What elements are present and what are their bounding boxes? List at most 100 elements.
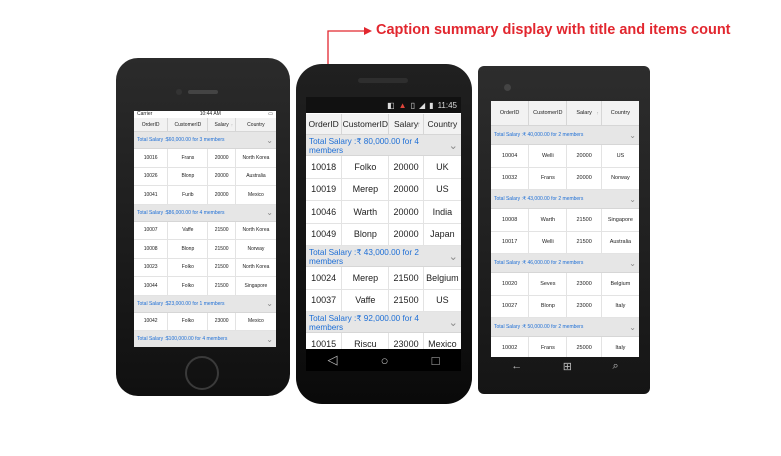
table-row[interactable]: 10002 Frans 25000 Italy [491, 337, 639, 357]
group-caption-row[interactable]: Total Salary :₹ 80,000.00 for 4 members ⌄ [306, 135, 461, 156]
table-cell: 20000 [389, 156, 424, 178]
windows-start-button[interactable]: ⊞ [563, 360, 572, 373]
table-cell: 21500 [208, 258, 236, 276]
chevron-down-icon[interactable]: ⌄ [266, 335, 273, 344]
column-header-salary[interactable]: Salary ↑ [208, 118, 236, 131]
table-cell: 20000 [389, 223, 424, 245]
group-caption-row[interactable]: Total Salary :₹ 43,000.00 for 2 members ⌄ [491, 190, 639, 209]
table-row[interactable]: 10044 Folko 21500 Singapore [134, 277, 276, 296]
table-cell: 23000 [389, 333, 424, 349]
windows-phone-screen: OrderID CustomerID Salary ↑ Country Total Sal… [491, 101, 639, 357]
group-caption-summary: Total Salary :$23,000.00 for 1 members [137, 300, 225, 307]
table-row[interactable]: 10016 Frans 20000 North Korea [134, 149, 276, 168]
table-cell: Italy [615, 303, 626, 310]
table-row[interactable]: 10024 Merep 21500 Belgium [306, 267, 461, 290]
table-row[interactable]: 10017 Welli 21500 Australia [491, 231, 639, 254]
column-header-orderid[interactable]: OrderID [306, 114, 343, 134]
chevron-down-icon[interactable]: ⌄ [629, 131, 636, 140]
table-row[interactable]: 10032 Frans 20000 Norway [491, 167, 639, 190]
table-cell: 20000 [389, 201, 424, 223]
group-caption-row[interactable]: Total Salary :$100,000.00 for 4 members ⌄ [134, 331, 276, 347]
table-row[interactable]: 10007 Vaffe 21500 North Korea [134, 221, 276, 240]
back-button[interactable]: ← [511, 360, 522, 372]
table-row[interactable]: 10046 Warth 20000 India [306, 201, 461, 224]
search-button[interactable]: ⌕ [613, 360, 619, 373]
group-caption-summary: Total Salary :$60,000.00 for 3 members [137, 137, 225, 143]
chevron-down-icon[interactable]: ⌄ [266, 208, 273, 217]
column-header-salary[interactable]: Salary ↑ [567, 101, 602, 125]
group-caption-row[interactable]: Total Salary :₹ 43,000.00 for 2 members ⌄ [306, 246, 461, 267]
table-cell: 21500 [389, 289, 424, 311]
chevron-down-icon[interactable]: ⌄ [266, 299, 273, 308]
table-cell: US [616, 152, 625, 159]
column-header-customerid[interactable]: CustomerID [342, 114, 390, 134]
table-row[interactable]: 10041 Furib 20000 Mexico [134, 186, 276, 205]
table-cell: 20000 [567, 167, 602, 189]
group-caption-row[interactable]: Total Salary :₹ 40,000.00 for 2 members ⌄ [491, 126, 639, 145]
group-caption-row[interactable]: Total Salary :$86,000.00 for 4 members ⌄ [134, 204, 276, 222]
table-cell: India [432, 206, 453, 217]
column-header-country[interactable]: Country [424, 114, 461, 134]
table-row[interactable]: 10037 Vaffe 21500 US [306, 289, 461, 312]
column-header-label: OrderID [308, 119, 339, 129]
table-cell: Mexico [248, 318, 264, 325]
group-caption-row[interactable]: Total Salary :₹ 46,000.00 for 2 members ⌄ [491, 254, 639, 273]
group-caption-row[interactable]: Total Salary :$23,000.00 for 1 members ⌄ [134, 295, 276, 313]
chevron-down-icon[interactable]: ⌄ [629, 259, 636, 268]
home-button[interactable]: ○ [381, 353, 389, 368]
back-button[interactable]: ◁ [328, 352, 338, 368]
table-row[interactable]: 10042 Folko 23000 Mexico [134, 312, 276, 331]
column-header-customerid[interactable]: CustomerID [168, 118, 209, 131]
chevron-down-icon[interactable]: ⌄ [629, 195, 636, 204]
table-cell: Folko [168, 312, 209, 330]
table-cell: 10041 [134, 186, 169, 204]
column-header-label: OrderID [499, 110, 520, 116]
group-caption-row[interactable]: Total Salary :$60,000.00 for 3 members ⌄ [134, 132, 276, 149]
table-cell: 21500 [208, 277, 236, 295]
table-row[interactable]: 10015 Riscu 23000 Mexico [306, 333, 461, 349]
table-cell: Blonp [342, 223, 390, 245]
table-row[interactable]: 10049 Blonp 20000 Japan [306, 223, 461, 246]
column-header-orderid[interactable]: OrderID [491, 101, 530, 125]
camera-icon [504, 84, 511, 91]
table-row[interactable]: 10004 Welli 20000 US [491, 145, 639, 168]
table-cell: Riscu [342, 333, 390, 349]
table-row[interactable]: 10027 Blonp 23000 Italy [491, 295, 639, 318]
chevron-down-icon[interactable]: ⌄ [449, 250, 458, 263]
table-row[interactable]: 10020 Seves 23000 Belgium [491, 273, 639, 296]
table-cell: 21500 [208, 240, 236, 258]
table-row[interactable]: 10008 Blonp 21500 Norway [134, 240, 276, 259]
column-header-label: CustomerID [533, 110, 563, 116]
table-cell: 10020 [491, 273, 530, 295]
chevron-down-icon[interactable]: ⌄ [449, 139, 458, 152]
ios-data-grid: OrderID CustomerID Salary ↑ Country Total Sal… [134, 118, 276, 347]
recent-apps-button[interactable]: □ [432, 353, 440, 368]
column-header-customerid[interactable]: CustomerID [529, 101, 568, 125]
table-cell: 10007 [134, 221, 169, 239]
table-cell: Welli [529, 231, 568, 253]
column-header-salary[interactable]: Salary ↑ [389, 114, 424, 134]
chevron-down-icon[interactable]: ⌄ [629, 323, 636, 332]
column-header-orderid[interactable]: OrderID [134, 118, 169, 131]
group-caption-row[interactable]: Total Salary :₹ 92,000.00 for 4 members ⌄ [306, 312, 461, 333]
home-button[interactable] [185, 356, 219, 390]
chevron-down-icon[interactable]: ⌄ [266, 136, 273, 145]
table-cell: Mexico [248, 191, 264, 198]
table-cell: North Korea [242, 227, 270, 234]
table-row[interactable]: 10026 Blonp 20000 Australia [134, 167, 276, 186]
table-row[interactable]: 10019 Merep 20000 US [306, 178, 461, 201]
sort-arrow-icon: ↑ [596, 110, 599, 116]
table-row[interactable]: 10008 Warth 21500 Singapore [491, 209, 639, 232]
column-header-country[interactable]: Country [236, 118, 276, 131]
column-header-country[interactable]: Country [602, 101, 639, 125]
table-row[interactable]: 10023 Folko 21500 North Korea [134, 258, 276, 277]
status-time: 10:44 AM [199, 111, 221, 117]
table-cell: Australia [609, 239, 632, 246]
chevron-down-icon[interactable]: ⌄ [449, 316, 458, 329]
table-cell: Italy [615, 344, 626, 351]
group-caption-summary: Total Salary :₹ 46,000.00 for 2 members [494, 260, 584, 266]
group-caption-row[interactable]: Total Salary :₹ 50,000.00 for 2 members ⌄ [491, 318, 639, 337]
table-cell: 10026 [134, 167, 169, 185]
table-cell: 21500 [567, 231, 602, 253]
table-row[interactable]: 10018 Folko 20000 UK [306, 156, 461, 179]
